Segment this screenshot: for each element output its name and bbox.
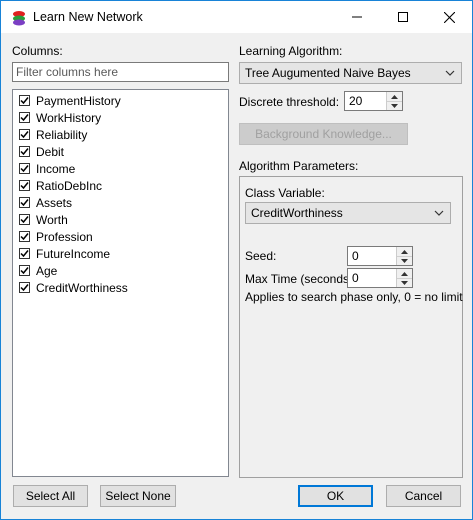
stepper-arrows [396,247,412,265]
class-variable-select[interactable]: CreditWorthiness [245,202,451,224]
stepper-down-button[interactable] [387,101,402,110]
list-item-label: FutureIncome [36,246,111,261]
list-item[interactable]: Worth [19,211,68,228]
class-variable-label: Class Variable: [245,186,325,200]
list-item-label: Assets [36,195,73,210]
minimize-icon [352,16,362,18]
stepper-arrows [386,92,402,110]
app-icon [13,11,25,26]
stepper-down-button[interactable] [397,256,412,265]
triangle-up-icon [391,94,398,99]
check-icon [20,148,29,156]
max-time-stepper[interactable]: 0 [347,268,413,288]
columns-list[interactable]: PaymentHistory WorkHistory Reliability D… [12,89,229,477]
filter-columns-input[interactable] [12,62,229,82]
select-all-button[interactable]: Select All [13,485,88,507]
title-bar: Learn New Network [1,1,472,33]
checkbox[interactable] [19,265,30,276]
list-item[interactable]: RatioDebInc [19,177,102,194]
list-item[interactable]: WorkHistory [19,109,101,126]
triangle-down-icon [401,280,408,285]
checkbox[interactable] [19,129,30,140]
triangle-down-icon [401,258,408,263]
triangle-up-icon [401,249,408,254]
list-item-label: Worth [36,212,68,227]
list-item[interactable]: Reliability [19,126,87,143]
cancel-button[interactable]: Cancel [386,485,461,507]
algorithm-parameters-panel: Class Variable: CreditWorthiness Seed: 0… [239,176,463,478]
discrete-threshold-stepper[interactable]: 20 [344,91,403,111]
list-item[interactable]: Debit [19,143,64,160]
check-icon [20,216,29,224]
check-icon [20,131,29,139]
columns-label: Columns: [12,44,63,58]
list-item-label: WorkHistory [36,110,102,125]
learning-algorithm-value: Tree Augumented Naive Bayes [245,66,411,80]
select-none-button[interactable]: Select None [100,485,176,507]
learning-algorithm-select[interactable]: Tree Augumented Naive Bayes [239,62,462,84]
triangle-up-icon [401,271,408,276]
minimize-button[interactable] [334,1,380,33]
chevron-down-icon [445,70,455,76]
background-knowledge-button[interactable]: Background Knowledge... [239,123,408,145]
list-item[interactable]: Assets [19,194,72,211]
list-item[interactable]: Profession [19,228,93,245]
list-item[interactable]: PaymentHistory [19,92,121,109]
close-icon [443,11,455,23]
checkbox[interactable] [19,146,30,157]
list-item-label: PaymentHistory [36,93,121,108]
stepper-down-button[interactable] [397,278,412,287]
checkbox[interactable] [19,231,30,242]
check-icon [20,97,29,105]
check-icon [20,199,29,207]
list-item-label: Income [36,161,76,176]
check-icon [20,284,29,292]
check-icon [20,182,29,190]
list-item-label: CreditWorthiness [36,280,128,295]
checkbox[interactable] [19,163,30,174]
stepper-arrows [396,269,412,287]
seed-stepper[interactable]: 0 [347,246,413,266]
checkbox[interactable] [19,95,30,106]
checkbox[interactable] [19,282,30,293]
check-icon [20,250,29,258]
list-item-label: Debit [36,144,65,159]
seed-value: 0 [352,249,359,263]
close-button[interactable] [426,1,472,33]
check-icon [20,267,29,275]
list-item[interactable]: Income [19,160,75,177]
check-icon [20,165,29,173]
learning-algorithm-label: Learning Algorithm: [239,44,343,58]
max-time-label: Max Time (seconds): [245,272,357,286]
list-item[interactable]: FutureIncome [19,245,110,262]
ok-button[interactable]: OK [298,485,373,507]
window-title: Learn New Network [33,10,143,24]
algorithm-parameters-label: Algorithm Parameters: [239,159,359,173]
class-variable-value: CreditWorthiness [251,206,343,220]
seed-label: Seed: [245,249,277,263]
max-time-value: 0 [352,271,359,285]
checkbox[interactable] [19,248,30,259]
discrete-threshold-value: 20 [349,94,363,108]
list-item-label: Reliability [36,127,88,142]
checkbox[interactable] [19,197,30,208]
learn-network-dialog: Learn New Network Columns: PaymentHistor… [0,0,473,520]
maximize-button[interactable] [380,1,426,33]
list-item-label: Age [36,263,58,278]
maximize-icon [398,12,408,22]
list-item-label: Profession [36,229,93,244]
list-item-label: RatioDebInc [36,178,103,193]
check-icon [20,233,29,241]
triangle-down-icon [391,103,398,108]
check-icon [20,114,29,122]
list-item[interactable]: CreditWorthiness [19,279,128,296]
checkbox[interactable] [19,180,30,191]
search-phase-note: Applies to search phase only, 0 = no lim… [245,290,463,304]
chevron-down-icon [434,210,444,216]
list-item[interactable]: Age [19,262,57,279]
checkbox[interactable] [19,112,30,123]
discrete-threshold-label: Discrete threshold: [239,95,340,109]
checkbox[interactable] [19,214,30,225]
